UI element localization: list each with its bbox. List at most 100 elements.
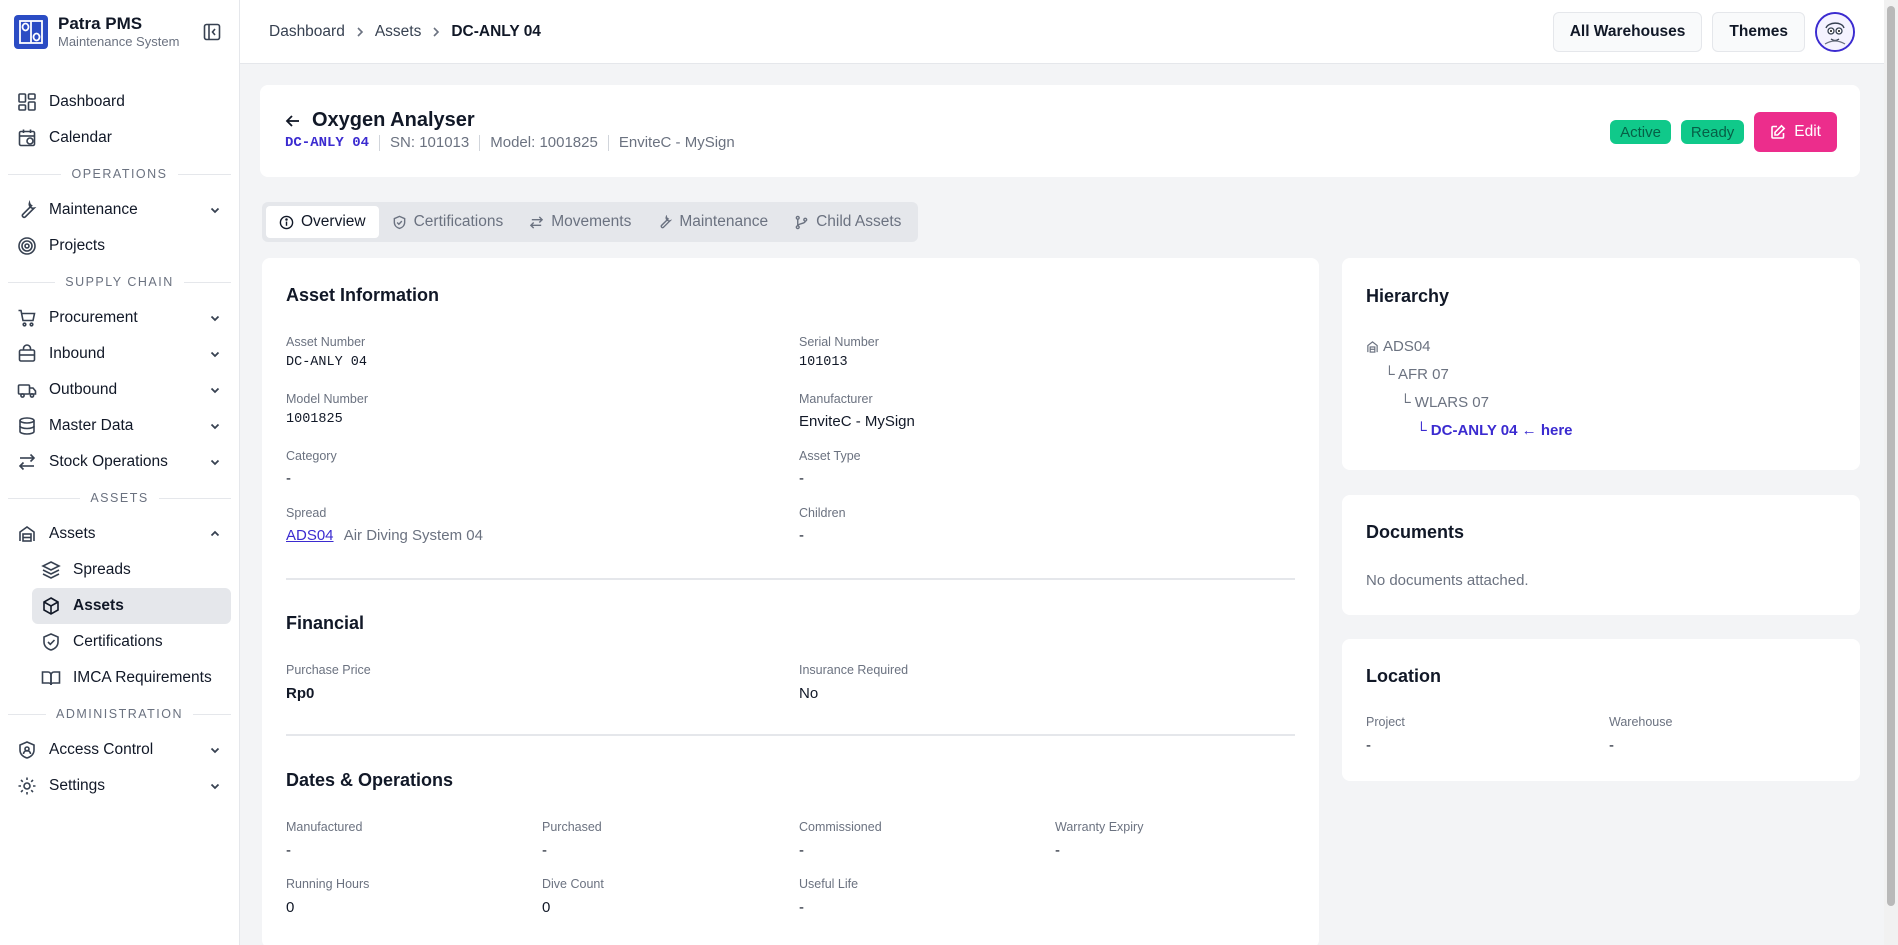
sidebar-item-dashboard[interactable]: Dashboard [8, 84, 231, 120]
layers-icon [41, 561, 61, 579]
target-icon [18, 237, 36, 255]
model-number-label: Model Number [286, 392, 368, 406]
asset-type-value: - [799, 470, 804, 487]
sidebar-item-label: Inbound [49, 345, 106, 362]
edit-button[interactable]: Edit [1754, 112, 1837, 152]
serial-number-meta: SN: 101013 [390, 134, 470, 151]
spread-link[interactable]: ADS04 [286, 527, 334, 544]
database-icon [19, 417, 35, 435]
tab-overview[interactable]: Overview [266, 206, 379, 238]
sidebar-item-assets[interactable]: Assets [32, 588, 231, 624]
breadcrumb-assets[interactable]: Assets [375, 23, 422, 41]
sidebar-item-label: Maintenance [49, 201, 138, 218]
truck-icon [17, 384, 37, 398]
status-badge-active: Active [1610, 120, 1671, 144]
category-label: Category [286, 449, 337, 463]
page-scrollbar[interactable] [1884, 0, 1898, 945]
manufacturer-value: EnviteC - MySign [799, 413, 915, 430]
sidebar-item-spreads[interactable]: Spreads [32, 552, 231, 588]
asset-number-label: Asset Number [286, 335, 366, 349]
patra-logo[interactable] [14, 15, 48, 49]
shield-icon [43, 633, 59, 651]
brand-title: Patra PMS [58, 14, 143, 33]
dive-count-label: Dive Count [542, 877, 604, 891]
serial-number-label: Serial Number [799, 335, 879, 349]
status-badge-ready: Ready [1680, 120, 1745, 144]
commissioned-label: Commissioned [799, 820, 882, 834]
hierarchy-level-1[interactable]: └ AFR 07 [1384, 366, 1449, 383]
sidebar-item-maintenance[interactable]: Maintenance [8, 192, 231, 228]
avatar[interactable] [1815, 11, 1855, 52]
sidebar-item-projects[interactable]: Projects [8, 228, 231, 264]
sidebar-item-procurement[interactable]: Procurement [8, 300, 231, 336]
swap-icon [530, 215, 544, 229]
tab-maintenance[interactable]: Maintenance [644, 206, 781, 238]
project-value: - [1366, 737, 1371, 754]
section-administration: ADMINISTRATION [0, 696, 239, 732]
commissioned-value: - [799, 842, 804, 859]
hierarchy-root[interactable]: ADS04 [1366, 338, 1431, 355]
serial-number-value: 101013 [799, 355, 848, 370]
sidebar-item-stock-operations[interactable]: Stock Operations [8, 444, 231, 480]
manufactured-label: Manufactured [286, 820, 363, 834]
topbar: Dashboard Assets DC-ANLY 04 All Warehous… [240, 0, 1884, 64]
hierarchy-card: Hierarchy ADS04 └ AFR 07 └ WLARS 07 └ DC… [1342, 258, 1860, 470]
tab-child-assets[interactable]: Child Assets [781, 206, 914, 238]
children-value: - [799, 527, 804, 544]
chevron-down-icon [210, 207, 220, 214]
branch-icon [795, 215, 808, 229]
chevron-right-icon [357, 26, 363, 37]
sidebar-item-settings[interactable]: Settings [8, 768, 231, 804]
sidebar-item-label: Spreads [73, 561, 131, 578]
tab-label: Child Assets [816, 213, 902, 230]
spread-name: Air Diving System 04 [343, 527, 483, 544]
sidebar-item-label: Assets [73, 597, 124, 614]
sidebar-item-access-control[interactable]: Access Control [8, 732, 231, 768]
tab-label: Certifications [413, 213, 504, 230]
sidebar-item-imca-requirements[interactable]: IMCA Requirements [32, 660, 231, 696]
section-assets: ASSETS [0, 480, 239, 516]
section-operations: OPERATIONS [0, 156, 239, 192]
sidebar-collapse-button[interactable] [199, 19, 225, 45]
model-number-value: 1001825 [286, 412, 343, 427]
building-icon [1367, 341, 1378, 353]
sidebar-item-label: Dashboard [49, 93, 125, 110]
sidebar-item-assets-group[interactable]: Assets [8, 516, 231, 552]
breadcrumb-dashboard[interactable]: Dashboard [269, 23, 345, 41]
hierarchy-root-label: ADS04 [1383, 338, 1431, 355]
warehouse-selector-button[interactable]: All Warehouses [1552, 11, 1703, 52]
calendar-icon [18, 129, 36, 147]
model-meta: Model: 1001825 [490, 134, 598, 151]
sidebar-item-outbound[interactable]: Outbound [8, 372, 231, 408]
panel-collapse-icon [203, 23, 221, 41]
tab-certifications[interactable]: Certifications [379, 206, 517, 238]
hierarchy-level-2[interactable]: └ WLARS 07 [1400, 394, 1489, 411]
scrollbar-thumb[interactable] [1887, 6, 1895, 906]
brand: Patra PMS Maintenance System [0, 0, 239, 64]
themes-button[interactable]: Themes [1712, 11, 1805, 52]
back-arrow-icon[interactable] [284, 112, 302, 130]
asset-tabs: Overview Certifications Movements Mainte… [262, 202, 919, 242]
section-label: OPERATIONS [71, 167, 168, 181]
tab-movements[interactable]: Movements [516, 206, 644, 238]
sidebar-item-inbound[interactable]: Inbound [8, 336, 231, 372]
hierarchy-title: Hierarchy [1366, 286, 1450, 306]
sidebar-item-certifications[interactable]: Certifications [32, 624, 231, 660]
manufacturer-meta: EnviteC - MySign [618, 134, 735, 151]
asset-header-card: Oxygen Analyser DC-ANLY 04 SN: 101013 Mo… [260, 85, 1860, 177]
dive-count-value: 0 [542, 899, 551, 916]
sidebar-item-calendar[interactable]: Calendar [8, 120, 231, 156]
sidebar-item-label: Projects [49, 237, 105, 254]
tab-label: Maintenance [679, 213, 769, 230]
asset-number-code: DC-ANLY 04 [285, 134, 370, 151]
chevron-down-icon [210, 315, 220, 322]
chevron-down-icon [210, 423, 220, 430]
documents-empty-text: No documents attached. [1366, 572, 1529, 589]
chevron-down-icon [210, 351, 220, 358]
sidebar: Patra PMS Maintenance System Dashboard C… [0, 0, 240, 945]
gear-icon [18, 777, 36, 795]
sidebar-nav: Dashboard Calendar OPERATIONS Maintenanc… [0, 64, 239, 804]
hierarchy-current: └ DC-ANLY 04 ← here [1416, 422, 1573, 439]
section-supply-chain: SUPPLY CHAIN [0, 264, 239, 300]
sidebar-item-master-data[interactable]: Master Data [8, 408, 231, 444]
